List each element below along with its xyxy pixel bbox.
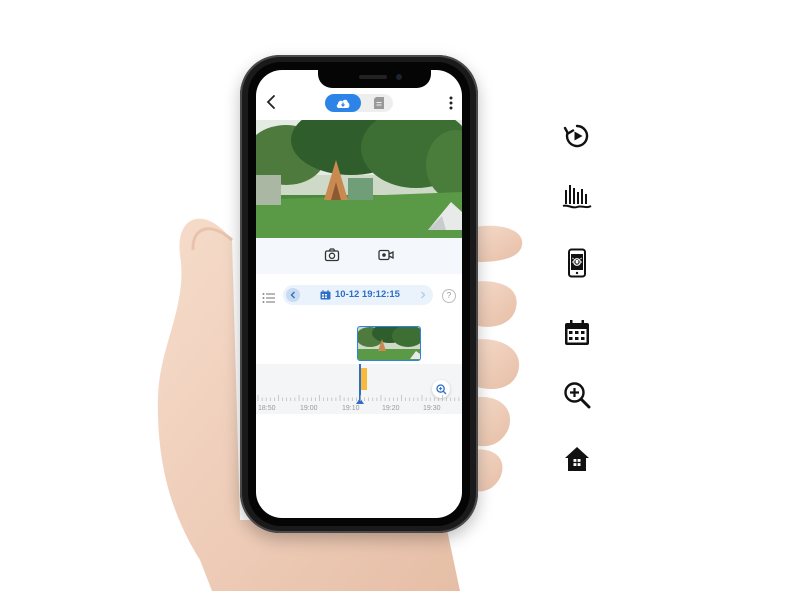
snapshot-camera-icon[interactable] bbox=[324, 247, 340, 263]
notch bbox=[318, 70, 431, 88]
sd-card-icon bbox=[374, 97, 384, 109]
timeline-label: 19:20 bbox=[382, 405, 400, 412]
calendar-small-icon[interactable] bbox=[320, 290, 331, 300]
app-bar bbox=[256, 88, 462, 120]
zoom-in-small-icon bbox=[435, 383, 446, 394]
sd-card-button[interactable] bbox=[365, 94, 393, 112]
speaker bbox=[359, 75, 387, 79]
previous-day-button[interactable] bbox=[286, 288, 300, 302]
phone-frame: 10-12 19:12:15 ? 18:50 19:00 19:10 19:20… bbox=[240, 55, 478, 533]
cloud-icon bbox=[336, 99, 350, 108]
home-icon bbox=[565, 447, 589, 471]
timeline[interactable]: 18:50 19:00 19:10 19:20 19:30 bbox=[256, 364, 462, 414]
timeline-label: 19:30 bbox=[423, 405, 441, 412]
calendar-icon bbox=[565, 320, 589, 345]
date-selector: 10-12 19:12:15 bbox=[283, 285, 433, 305]
phone-screen: 10-12 19:12:15 ? 18:50 19:00 19:10 19:20… bbox=[256, 70, 462, 518]
sound-wave-icon bbox=[562, 185, 592, 209]
timeline-label: 18:50 bbox=[258, 405, 276, 412]
timeline-label: 19:00 bbox=[300, 405, 318, 412]
cloud-storage-button[interactable] bbox=[325, 94, 361, 112]
date-time-label[interactable]: 10-12 19:12:15 bbox=[335, 289, 400, 300]
phone-alarm-icon bbox=[568, 248, 586, 278]
player-controls bbox=[256, 238, 462, 274]
video-preview[interactable] bbox=[256, 120, 462, 238]
timeline-label: 19:10 bbox=[342, 405, 360, 412]
zoom-in-icon bbox=[564, 382, 591, 409]
list-icon[interactable] bbox=[262, 292, 276, 304]
record-video-icon[interactable] bbox=[378, 247, 394, 263]
storage-toggle bbox=[325, 94, 393, 112]
playback-icon bbox=[563, 124, 589, 148]
next-day-button[interactable] bbox=[416, 288, 430, 302]
more-options-icon[interactable] bbox=[448, 94, 454, 112]
event-thumbnail[interactable] bbox=[357, 326, 421, 361]
chevron-left-icon bbox=[290, 291, 295, 299]
timeline-ticks bbox=[257, 395, 460, 401]
front-camera bbox=[396, 74, 402, 80]
help-button[interactable]: ? bbox=[442, 289, 456, 303]
event-marker[interactable] bbox=[361, 368, 367, 390]
back-arrow-icon[interactable] bbox=[264, 92, 280, 112]
chevron-right-icon bbox=[421, 291, 426, 299]
